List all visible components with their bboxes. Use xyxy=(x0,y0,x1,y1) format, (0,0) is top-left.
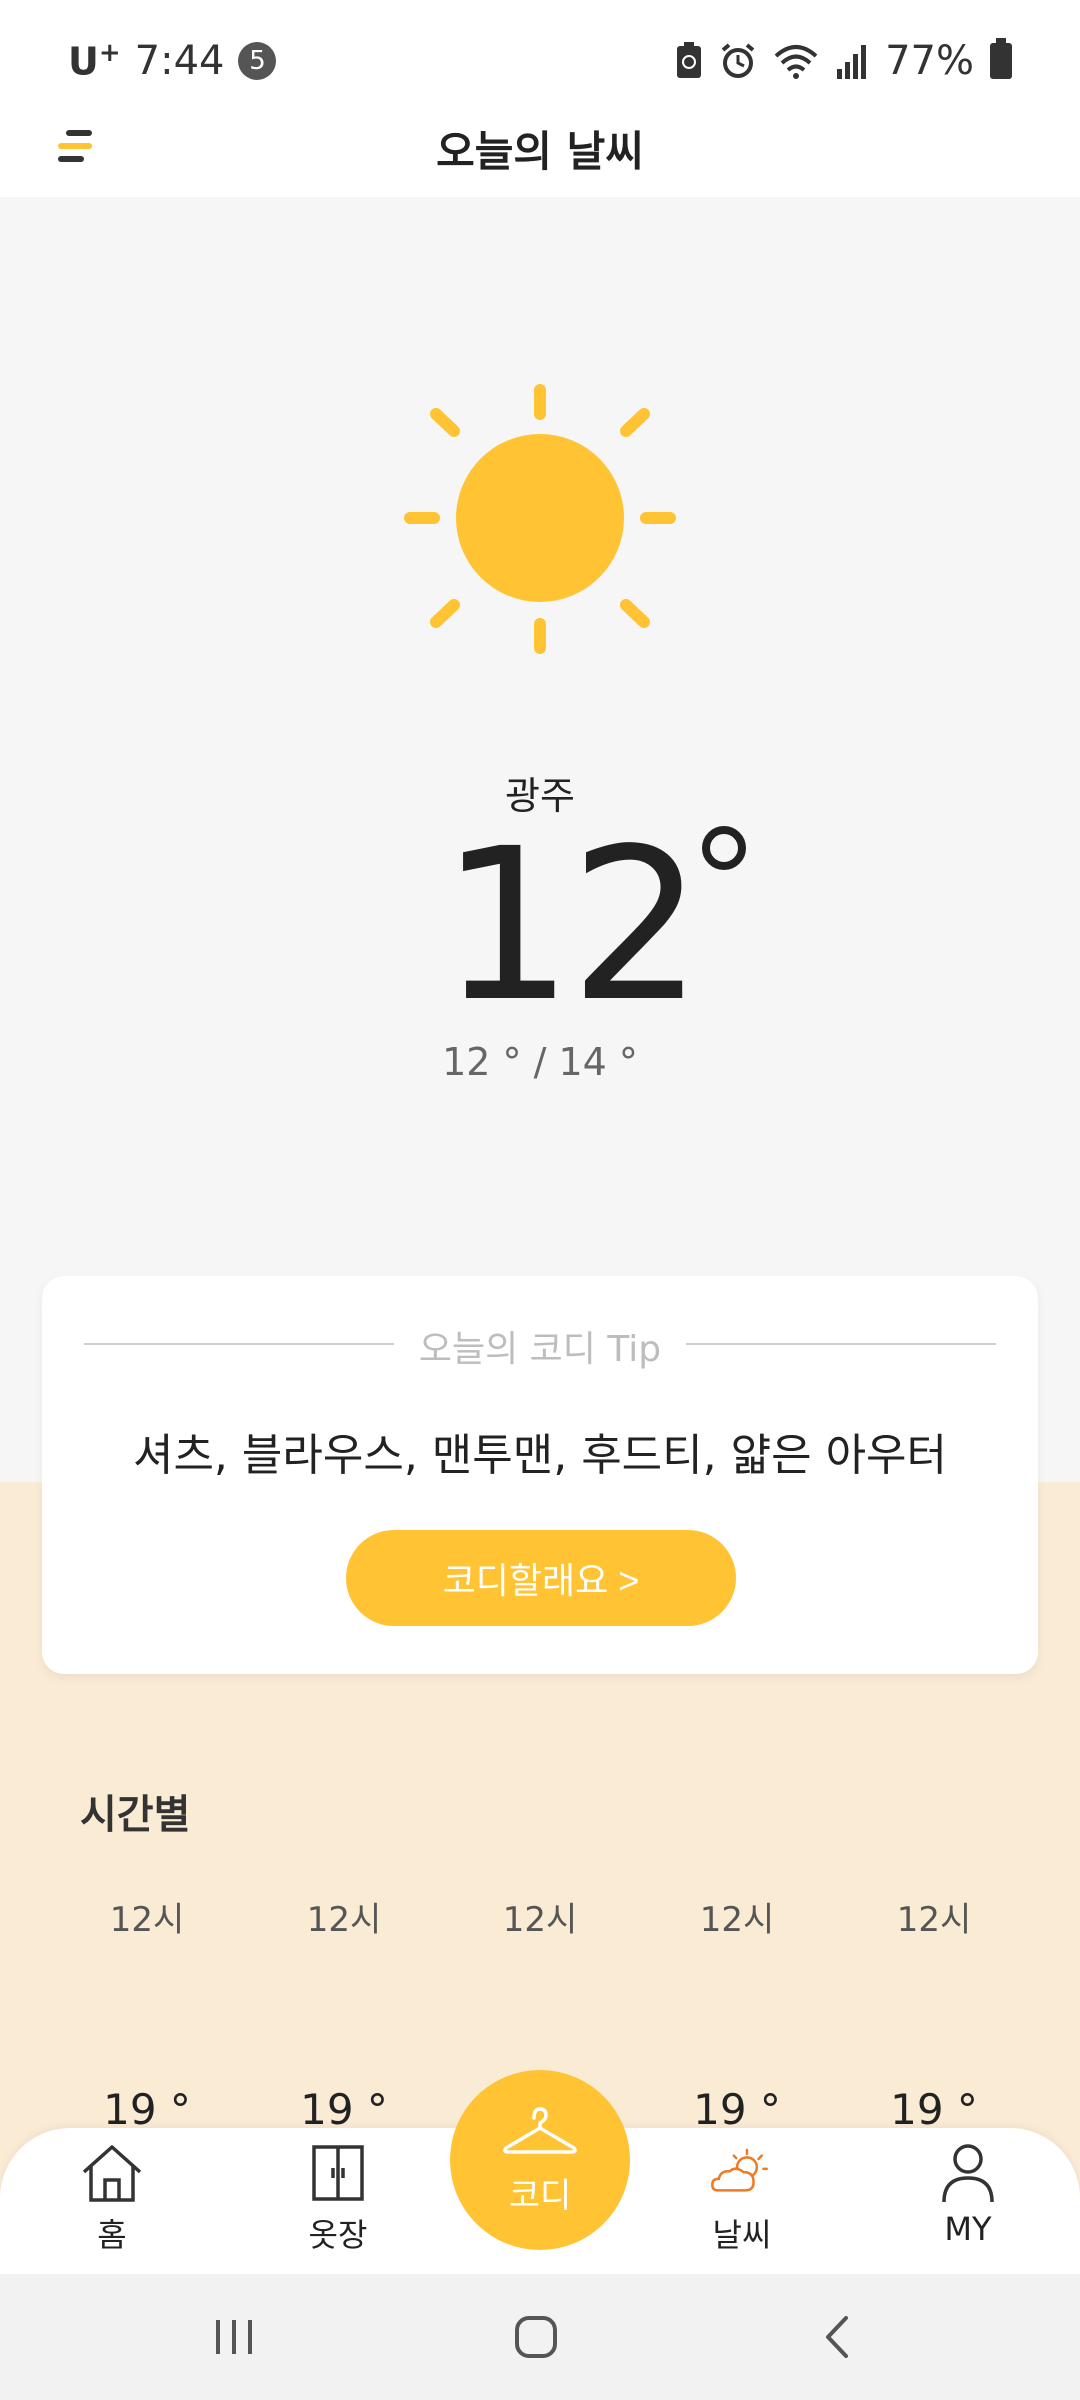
hour-temperature: 19 ° xyxy=(103,2085,191,2134)
sun-icon xyxy=(404,384,676,654)
back-icon[interactable] xyxy=(808,2312,868,2362)
person-icon xyxy=(942,2144,994,2203)
alarm-icon xyxy=(721,43,755,78)
page-title: 오늘의 날씨 xyxy=(436,127,644,176)
hour-label: 12시 xyxy=(109,1900,185,1940)
nav-home[interactable]: 홈 xyxy=(32,2142,192,2262)
tip-divider-right xyxy=(686,1343,996,1345)
status-left: U+ 7:44 5 xyxy=(68,36,277,86)
nav-home-label: 홈 xyxy=(97,2216,127,2254)
min-max-temperature: 12 ° / 14 ° xyxy=(442,1040,638,1084)
nav-weather-label: 날씨 xyxy=(712,2216,772,2254)
home-icon xyxy=(82,2145,142,2202)
recent-apps-icon[interactable] xyxy=(204,2312,264,2362)
hour-temperature: 19 ° xyxy=(693,2085,781,2134)
battery-saver-icon xyxy=(677,42,702,78)
nav-closet[interactable]: 옷장 xyxy=(258,2142,418,2262)
battery-percent: 77% xyxy=(885,38,974,84)
wifi-icon xyxy=(774,45,818,79)
tip-title: 오늘의 코디 Tip xyxy=(418,1329,662,1370)
closet-icon xyxy=(312,2145,364,2201)
notification-badge: 5 xyxy=(238,42,277,80)
nav-closet-label: 옷장 xyxy=(308,2216,368,2254)
nav-weather[interactable]: 날씨 xyxy=(662,2142,822,2262)
system-navigation-bar xyxy=(0,2274,1080,2400)
nav-my[interactable]: MY xyxy=(888,2142,1048,2262)
hour-temperature: 19 ° xyxy=(300,2085,388,2134)
hour-label: 12시 xyxy=(306,1900,382,1940)
hour-label: 12시 xyxy=(699,1900,775,1940)
carrier-label: U+ xyxy=(68,38,121,84)
current-temperature: 12 xyxy=(440,803,703,1048)
hour-temperature: 19 ° xyxy=(890,2085,978,2134)
home-button-icon[interactable] xyxy=(506,2312,566,2362)
app-header: 오늘의 날씨 xyxy=(0,100,1080,197)
nav-coordi-button[interactable]: 코디 xyxy=(450,2070,630,2250)
status-time: 7:44 xyxy=(134,38,225,84)
tip-clothes-list: 셔츠, 블라우스, 맨투맨, 후드티, 얇은 아우터 xyxy=(132,1430,948,1481)
nav-coordi-label: 코디 xyxy=(508,2175,572,2216)
hourly-title: 시간별 xyxy=(80,1792,191,1838)
coordi-button[interactable]: 코디할래요 > xyxy=(346,1530,736,1626)
nav-my-label: MY xyxy=(944,2210,992,2248)
weather-icon xyxy=(711,2148,768,2192)
coordi-tip-card: 오늘의 코디 Tip 셔츠, 블라우스, 맨투맨, 후드티, 얇은 아우터 코디… xyxy=(42,1276,1038,1674)
hanger-icon xyxy=(503,2106,577,2154)
status-right: 77% xyxy=(675,36,1012,86)
hour-label: 12시 xyxy=(896,1900,972,1940)
degree-symbol xyxy=(702,826,746,870)
battery-icon xyxy=(990,38,1012,79)
signal-icon xyxy=(837,45,867,79)
hour-label: 12시 xyxy=(502,1900,578,1940)
